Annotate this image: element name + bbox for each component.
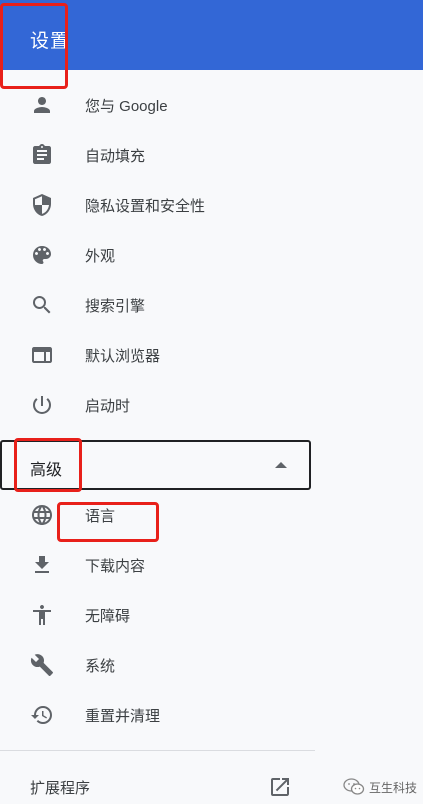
nav-item-search-engine[interactable]: 搜索引擎 bbox=[0, 280, 315, 330]
nav-item-label: 下载内容 bbox=[85, 558, 146, 575]
nav-item-default-browser[interactable]: 默认浏览器 bbox=[0, 330, 315, 380]
nav-item-label: 您与 Google bbox=[85, 98, 168, 115]
person-icon bbox=[30, 93, 54, 117]
chevron-up-icon bbox=[275, 462, 287, 468]
nav-item-label: 默认浏览器 bbox=[85, 348, 161, 365]
nav-item-on-startup[interactable]: 启动时 bbox=[0, 380, 315, 430]
nav-item-system[interactable]: 系统 bbox=[0, 640, 315, 690]
nav-item-label: 重置并清理 bbox=[85, 708, 161, 725]
watermark: 互生科技 bbox=[343, 778, 423, 796]
annotation-box-advanced bbox=[14, 438, 82, 492]
nav-item-appearance[interactable]: 外观 bbox=[0, 230, 315, 280]
download-icon bbox=[30, 553, 54, 577]
globe-icon bbox=[30, 503, 54, 527]
nav-item-downloads[interactable]: 下载内容 bbox=[0, 540, 315, 590]
clipboard-icon bbox=[30, 143, 54, 167]
browser-window-icon bbox=[30, 343, 54, 367]
nav-item-label: 搜索引擎 bbox=[85, 298, 146, 315]
nav-item-label: 系统 bbox=[85, 658, 116, 675]
nav-divider bbox=[0, 750, 315, 751]
extensions-label: 扩展程序 bbox=[30, 780, 91, 797]
nav-item-label: 隐私设置和安全性 bbox=[85, 198, 206, 215]
annotation-box-settings bbox=[0, 3, 68, 89]
wechat-icon bbox=[343, 778, 365, 796]
nav-item-extensions[interactable]: 扩展程序 bbox=[0, 762, 315, 802]
open-in-new-icon bbox=[268, 775, 292, 799]
nav-item-accessibility[interactable]: 无障碍 bbox=[0, 590, 315, 640]
nav-item-label: 无障碍 bbox=[85, 608, 131, 625]
wrench-icon bbox=[30, 653, 54, 677]
nav-item-reset[interactable]: 重置并清理 bbox=[0, 690, 315, 740]
nav-item-label: 外观 bbox=[85, 248, 116, 265]
palette-icon bbox=[30, 243, 54, 267]
restore-icon bbox=[30, 703, 54, 727]
nav-item-label: 自动填充 bbox=[85, 148, 146, 165]
search-icon bbox=[30, 293, 54, 317]
annotation-box-languages bbox=[57, 502, 159, 542]
nav-item-label: 启动时 bbox=[85, 398, 131, 415]
accessibility-icon bbox=[30, 603, 54, 627]
shield-icon bbox=[30, 193, 54, 217]
nav-item-privacy[interactable]: 隐私设置和安全性 bbox=[0, 180, 315, 230]
nav-item-autofill[interactable]: 自动填充 bbox=[0, 130, 315, 180]
power-icon bbox=[30, 393, 54, 417]
watermark-text: 互生科技 bbox=[369, 781, 418, 795]
